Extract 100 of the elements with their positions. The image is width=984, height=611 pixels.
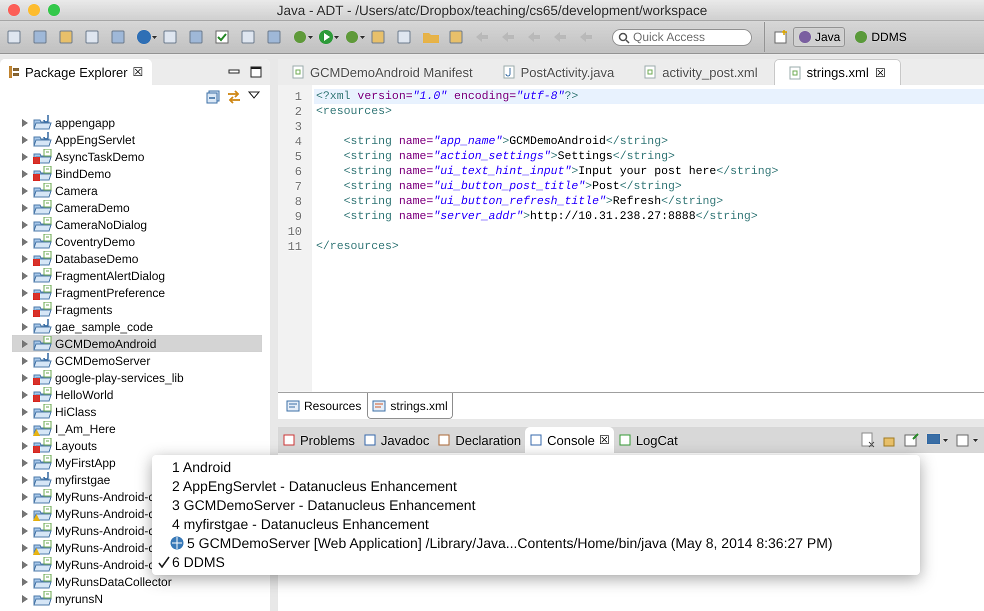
search-icon (618, 32, 630, 44)
view-icon (529, 433, 544, 447)
window-title: Java - ADT - /Users/atc/Dropbox/teaching/cs65/development/workspace (276, 2, 708, 18)
line-number: 5 (294, 150, 303, 164)
page-icon (372, 400, 386, 412)
pin-icon[interactable] (904, 432, 920, 448)
view-icon (437, 433, 452, 447)
code-line: <string name="app_name">GCMDemoAndroid</string> (342, 135, 668, 148)
tab-label: PostActivity.java (520, 64, 614, 80)
editor-tab[interactable]: activity_post.xml (630, 59, 772, 85)
open-perspective-icon[interactable] (773, 29, 789, 45)
clear-console-icon[interactable] (860, 432, 876, 448)
project-item[interactable]: Fragments (55, 302, 112, 316)
project-item[interactable]: appengapp (55, 116, 116, 130)
run-icon[interactable] (318, 29, 340, 45)
line-number: 11 (286, 240, 303, 254)
menu-item-label: 6 DDMS (172, 554, 225, 570)
tab-label: GCMDemoAndroid Manifest (310, 64, 473, 80)
view-icon (362, 433, 377, 447)
project-item[interactable]: FragmentPreference (55, 286, 166, 300)
file-icon (788, 66, 801, 80)
project-item[interactable]: MyRuns-Android-c (55, 524, 154, 538)
perspective-button[interactable]: Java (793, 27, 846, 47)
new-console-icon[interactable] (956, 432, 980, 448)
code-line: <?xml version="1.0" encoding="utf-8"?> (316, 90, 578, 103)
project-item[interactable]: myrunsN (55, 592, 104, 606)
line-number: 2 (294, 104, 303, 118)
project-item[interactable]: Camera (55, 184, 98, 198)
line-number: 10 (286, 224, 303, 238)
project-item[interactable]: google-play-services_lib (55, 370, 184, 384)
tab-label: Javadoc (380, 432, 430, 448)
project-item[interactable]: HiClass (55, 404, 96, 418)
project-item[interactable]: MyRuns-Android-c (55, 506, 154, 520)
editor-tab[interactable]: PostActivity.java (488, 59, 628, 85)
tab-label: LogCat (636, 432, 678, 448)
project-item[interactable]: BindDemo (55, 166, 112, 180)
project-item[interactable]: myfirstgae (55, 472, 110, 486)
project-item[interactable]: AsyncTaskDemo (55, 150, 144, 164)
project-item[interactable]: MyRuns-Android-c (55, 540, 154, 554)
project-item[interactable]: DatabaseDemo (55, 252, 138, 266)
view-tab[interactable]: LogCat (614, 427, 682, 453)
project-item[interactable]: AppEngServlet (55, 132, 136, 146)
close-button[interactable] (8, 4, 20, 16)
line-number: 9 (294, 210, 303, 224)
editor-page-tab[interactable]: Resources (282, 393, 366, 419)
view-menu-icon[interactable] (248, 90, 260, 100)
view-tab[interactable]: Declaration (433, 427, 526, 453)
collapse-all-icon[interactable] (206, 90, 220, 104)
perspective-icon (798, 30, 812, 44)
code-line: <string name="ui_text_hint_input">Input your post here</string> (342, 165, 778, 178)
line-number: 7 (294, 180, 303, 194)
tab-label: strings.xml (390, 398, 448, 412)
tab-label: Package Explorer (25, 64, 128, 80)
close-icon[interactable]: ☒ (598, 433, 610, 447)
view-tab[interactable]: Problems (278, 427, 359, 453)
view-tab[interactable]: Console ☒ (525, 427, 614, 453)
close-icon[interactable]: ☒ (132, 65, 144, 79)
project-item[interactable]: CoventryDemo (55, 234, 136, 248)
close-icon[interactable]: ☒ (874, 66, 886, 80)
file-icon (292, 65, 304, 79)
project-item[interactable]: CameraNoDialog (55, 218, 148, 232)
editor-tab[interactable]: strings.xml ☒ (774, 59, 901, 85)
project-item[interactable]: MyRunsDataCollector (55, 574, 172, 588)
tab-label: strings.xml (806, 65, 869, 80)
line-number: 8 (294, 194, 303, 208)
package-icon (8, 65, 20, 79)
project-item[interactable]: FragmentAlertDialog (55, 268, 166, 282)
tab-label: Declaration (455, 432, 522, 448)
project-item[interactable]: gae_sample_code (55, 320, 154, 334)
project-item[interactable]: HelloWorld (55, 388, 114, 402)
code-line: <resources> (316, 105, 392, 118)
project-item[interactable]: CameraDemo (55, 200, 130, 214)
maximize-icon[interactable] (250, 66, 262, 78)
tab-label: Problems (300, 432, 355, 448)
perspective-icon (854, 30, 868, 44)
file-icon (644, 65, 656, 79)
editor-tab[interactable]: GCMDemoAndroid Manifest (278, 59, 487, 85)
view-icon (618, 433, 632, 447)
editor-page-tab[interactable]: strings.xml (367, 393, 453, 419)
code-line: <string name="server_addr">http://10.31.238.27:8888</string> (342, 210, 758, 223)
menu-item-label: 3 GCMDemoServer - Datanucleus Enhancement (172, 496, 476, 512)
project-item[interactable]: MyRuns-Android-c (55, 490, 154, 504)
menu-item-label: 2 AppEngServlet - Datanucleus Enhancement (172, 478, 457, 494)
project-item[interactable]: GCMDemoServer (55, 354, 150, 368)
menu-item-label: 1 Android (172, 458, 232, 474)
code-line: </resources> (316, 240, 399, 253)
view-tab[interactable]: Javadoc (358, 427, 434, 453)
link-arrows-icon[interactable] (226, 90, 242, 104)
project-item[interactable]: I_Am_Here (55, 422, 116, 436)
quick-access-field[interactable]: Quick Access (612, 28, 752, 46)
project-item[interactable]: Layouts (55, 438, 98, 452)
line-number: 3 (294, 120, 303, 134)
code-line: <string name="ui_button_post_title">Post</string> (342, 180, 682, 193)
project-item[interactable]: MyRuns-Android-c (55, 558, 154, 572)
tab-label: activity_post.xml (662, 64, 758, 80)
menu-item-label: 5 GCMDemoServer [Web Application] /Library/Java...Contents/Home/bin/java (May 8, 2014 8:36:27 PM) (187, 534, 833, 550)
package-explorer-tab[interactable]: Package Explorer ☒ (0, 59, 152, 85)
page-icon (286, 400, 300, 412)
perspective-button[interactable]: DDMS (849, 27, 912, 47)
project-item[interactable]: MyFirstApp (55, 456, 116, 470)
